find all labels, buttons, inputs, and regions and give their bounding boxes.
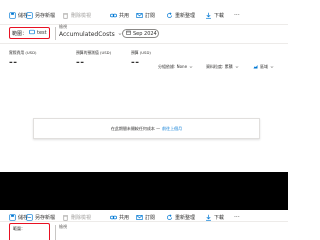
chevron-down-icon <box>235 65 239 70</box>
divider <box>55 27 56 40</box>
save-as-button[interactable]: 另存新檔 <box>26 10 55 20</box>
view-value: AccumulatedCosts <box>59 31 115 38</box>
scope-selector[interactable]: 範圍： <box>9 223 50 240</box>
subscribe-label: 訂閱 <box>145 214 156 221</box>
calendar-icon <box>126 30 131 37</box>
date-range-picker[interactable]: Sep 2024 <box>122 29 159 38</box>
download-button[interactable]: 下載 <box>205 10 224 20</box>
share-button[interactable]: 共用 <box>110 10 129 20</box>
refresh-icon <box>166 11 173 19</box>
more-button[interactable]: ··· <box>234 10 240 20</box>
empty-state-text: 在此期間未開較任何成本 — <box>110 125 161 131</box>
area-chart-icon <box>253 64 258 70</box>
delete-view-label: 刪除檢視 <box>71 214 92 221</box>
chevron-down-icon <box>270 65 274 70</box>
chart-type-value: 區域 <box>260 64 268 69</box>
save-icon <box>9 11 16 19</box>
kpi-label-forecast: 預算的預測值 (USD) <box>76 50 112 55</box>
group-by-value: 分組依據: None <box>158 64 188 69</box>
mail-icon <box>136 214 143 221</box>
empty-state-message: 在此期間未開較任何成本 — 前往上個月 <box>33 118 260 139</box>
save-as-label: 另存新檔 <box>35 214 56 221</box>
chart-type-dropdown[interactable]: 區域 <box>253 64 274 70</box>
divider <box>0 43 288 44</box>
kpi-value-forecast: -- <box>76 58 85 68</box>
chevron-down-icon <box>189 65 193 70</box>
view-selector[interactable]: 檢視 AccumulatedCosts <box>59 24 122 42</box>
granularity-dropdown[interactable]: 資料粒度: 累積 <box>206 64 239 70</box>
download-label: 下載 <box>214 12 225 19</box>
command-bar: 儲存 另存新檔 刪除檢視 共用 訂閱 重新整理 下載 ··· <box>0 0 288 25</box>
view-label: 檢視 <box>59 24 67 29</box>
kpi-value-budget: -- <box>131 58 140 68</box>
link-icon <box>110 12 117 19</box>
kpi-label-actual: 實際費用 (USD) <box>9 50 37 55</box>
delete-icon <box>62 12 69 19</box>
delete-view-button[interactable]: 刪除檢視 <box>62 10 91 20</box>
more-icon: ··· <box>234 11 240 19</box>
previous-month-link[interactable]: 前往上個月 <box>162 126 182 132</box>
share-label: 共用 <box>119 12 130 19</box>
subscribe-button[interactable]: 訂閱 <box>136 10 155 20</box>
refresh-button[interactable]: 重新整理 <box>166 10 195 20</box>
save-as-icon <box>26 213 33 221</box>
mail-icon <box>136 12 143 19</box>
resource-group-icon <box>29 29 35 37</box>
divider <box>0 221 288 222</box>
link-icon <box>110 214 117 221</box>
share-label: 共用 <box>119 214 130 221</box>
divider <box>55 225 56 240</box>
refresh-label: 重新整理 <box>175 214 196 221</box>
delete-icon <box>62 214 69 221</box>
date-range-value: Sep 2024 <box>133 30 157 37</box>
kpi-value-actual: -- <box>9 58 18 68</box>
subscribe-label: 訂閱 <box>145 12 156 19</box>
refresh-icon <box>166 213 173 221</box>
save-as-label: 另存新檔 <box>35 12 56 19</box>
save-as-icon <box>26 11 33 19</box>
scope-label: 範圍： <box>13 226 25 231</box>
download-label: 下載 <box>214 214 225 221</box>
granularity-value: 資料粒度: 累積 <box>206 64 233 69</box>
more-icon: ··· <box>234 213 240 221</box>
cost-analysis-panel-repeat: 儲存 另存新檔 刪除檢視 共用 訂閱 重新整理 下載 ··· 範圍： 檢視 <box>0 210 288 240</box>
view-label: 檢視 <box>59 224 67 229</box>
group-by-dropdown[interactable]: 分組依據: None <box>158 64 193 70</box>
refresh-label: 重新整理 <box>175 12 196 19</box>
screenshot-gap <box>0 172 288 210</box>
save-icon <box>9 213 16 221</box>
download-icon <box>205 12 212 19</box>
cost-analysis-panel: 儲存 另存新檔 刪除檢視 共用 訂閱 重新整理 下載 ··· 範圍： test … <box>0 0 288 172</box>
scope-selector[interactable]: 範圍： test <box>9 27 50 39</box>
download-icon <box>205 214 212 221</box>
scope-label: 範圍： <box>12 30 28 37</box>
delete-view-label: 刪除檢視 <box>71 12 92 19</box>
scope-value: test <box>37 30 47 36</box>
kpi-label-budget: 預算 (USD) <box>131 50 151 55</box>
